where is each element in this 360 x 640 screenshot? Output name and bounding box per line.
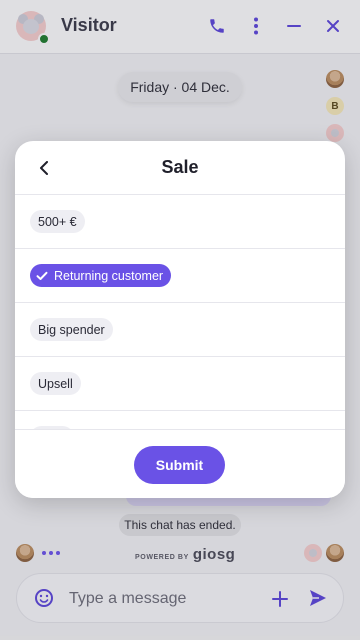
sale-tag-dialog: Sale 500+ € Returning customer Big spend… [15,141,345,498]
tag-option[interactable]: Big spender [15,303,345,357]
tag-chip[interactable]: Big spender [30,318,113,341]
tag-chip-label: Returning customer [54,268,164,283]
tag-option[interactable] [15,411,345,429]
tag-chip-selected[interactable]: Returning customer [30,264,172,287]
dialog-footer: Submit [15,429,345,498]
tag-chip[interactable]: Upsell [30,372,81,395]
chat-window: Visitor Friday · 04 Dec. B This chat has… [0,0,360,640]
tag-option-list[interactable]: 500+ € Returning customer Big spender Up… [15,195,345,429]
dialog-header: Sale [15,141,345,195]
checkmark-icon [36,270,48,282]
tag-option[interactable]: 500+ € [15,195,345,249]
dialog-title: Sale [161,157,199,177]
tag-option[interactable]: Returning customer [15,249,345,303]
tag-option[interactable]: Upsell [15,357,345,411]
tag-chip[interactable]: 500+ € [30,210,85,233]
submit-button[interactable]: Submit [134,446,225,484]
